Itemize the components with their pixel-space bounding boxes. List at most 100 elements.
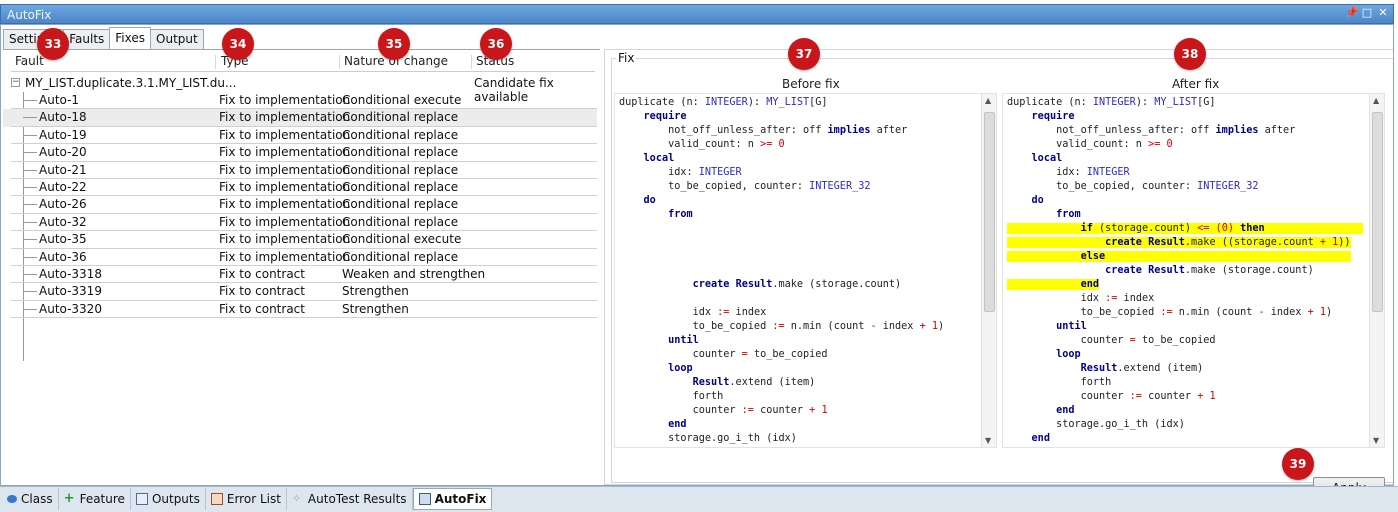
close-icon[interactable]: ✕ [1377,7,1389,19]
code-line: local [619,152,944,166]
collapse-icon[interactable]: − [11,78,20,87]
code-token: do [1031,195,1044,206]
maximize-icon[interactable]: □ [1361,7,1373,19]
nature-cell: Conditional replace [342,180,459,194]
table-row[interactable]: Auto-36 Fix to implementation Conditional … [3,249,597,266]
fault-cell: Auto-3318 [39,267,102,281]
code-token: loop [1056,349,1081,360]
code-token: := [717,307,730,318]
after-code-text: duplicate (n: INTEGER): MY_LIST[G] requi… [1007,96,1363,446]
code-token: after [1258,125,1296,136]
code-token: from [1056,209,1081,220]
code-line: counter := counter + 1 [1007,390,1363,404]
code-line: not_off_unless_after: off implies after [1007,124,1363,138]
after-fix-code[interactable]: duplicate (n: INTEGER): MY_LIST[G] requi… [1002,93,1385,448]
tab-feature[interactable]: + Feature [59,488,131,510]
table-row[interactable]: Auto-26 Fix to implementation Conditional … [3,196,597,214]
fault-cell: Auto-3319 [39,284,102,299]
code-token: create [692,279,730,290]
table-row[interactable]: Auto-32 Fix to implementation Conditional … [3,214,597,232]
scroll-up-icon[interactable]: ▲ [1373,96,1379,105]
code-token: duplicate (n: [619,97,705,108]
code-token: forth [1007,377,1112,388]
table-row[interactable]: Auto-21 Fix to implementation Conditional … [3,162,597,179]
column-header-fault[interactable]: Fault [15,54,44,71]
code-token: to_be_copied [619,321,773,332]
column-divider[interactable] [471,55,472,69]
autofix-icon [418,493,431,505]
tab-autofix[interactable]: AutoFix [412,488,493,510]
code-token [1264,223,1363,234]
before-code-text: duplicate (n: INTEGER): MY_LIST[G] requi… [619,96,944,447]
window-controls: 📌 □ ✕ [1345,7,1389,19]
nature-cell: Conditional replace [342,127,459,142]
table-row[interactable]: Auto-3319 Fix to contract Strengthen [3,283,597,301]
tab-class[interactable]: Class [2,488,59,510]
header-divider [11,71,595,72]
code-token: after [870,125,908,136]
tab-outputs[interactable]: Outputs [131,488,206,510]
scroll-down-icon[interactable]: ▼ [1373,436,1379,445]
tab-autotest-results[interactable]: ✧ AutoTest Results [287,488,413,510]
tree-connector [23,239,37,241]
column-divider[interactable] [215,55,216,69]
tab-faults[interactable]: Faults [63,29,111,49]
table-row[interactable]: Auto-22 Fix to implementation Conditional … [3,179,597,197]
class-icon [7,495,17,503]
code-line: end [1007,432,1363,446]
fault-cell: Auto-32 [39,214,87,229]
nature-cell: Weaken and strengthen [342,267,486,281]
pin-icon[interactable]: 📌 [1345,7,1359,19]
scroll-thumb[interactable] [984,112,995,312]
table-row[interactable]: Auto-20 Fix to implementation Conditional … [3,144,597,162]
tree-root-row[interactable]: − MY_LIST.duplicate.3.1.MY_LIST.du... Ca… [3,75,597,104]
scroll-down-icon[interactable]: ▼ [985,436,991,445]
tab-error-list-label: Error List [226,492,281,506]
code-line: from [619,208,944,222]
fix-legend: Fix [616,51,637,65]
tab-error-list[interactable]: Error List [206,488,287,510]
table-row[interactable]: Auto-35 Fix to implementation Conditional … [3,231,597,249]
code-token: INTEGER [1092,97,1136,108]
code-token: INTEGER_32 [809,181,871,192]
type-cell: Fix to implementation [219,249,351,264]
tree-connector [23,187,37,188]
code-token [1209,223,1216,234]
before-fix-label: Before fix [782,77,840,91]
autofix-panel: Settings Faults Fixes Output Fault Type … [0,24,1394,499]
code-token: := [772,321,785,332]
scroll-thumb[interactable] [1372,112,1383,312]
nature-cell: Conditional replace [342,162,459,177]
code-token: until [668,335,699,346]
code-token: counter [753,405,810,416]
code-token: 0 [778,139,785,150]
code-line: storage.go_i_th (idx) [1007,418,1363,432]
column-divider[interactable] [339,55,340,69]
tab-fixes[interactable]: Fixes [109,27,152,49]
table-row[interactable]: Auto-18 Fix to implementation Conditional … [3,109,597,127]
code-line: end [1007,404,1363,418]
tab-output[interactable]: Output [150,29,204,49]
after-scrollbar[interactable]: ▲ ▼ [1369,94,1384,447]
before-scrollbar[interactable]: ▲ ▼ [981,94,996,447]
nature-cell: Conditional replace [342,214,459,229]
code-token: valid_count: n [1007,139,1149,150]
annotation-badge: 36 [480,28,512,60]
type-cell: Fix to implementation [219,197,351,212]
scroll-up-icon[interactable]: ▲ [985,96,991,105]
table-row[interactable]: Auto-19 Fix to implementation Conditional … [3,127,597,145]
table-row[interactable]: Auto-3320 Fix to contract Strengthen [3,301,597,319]
code-token: := [1160,307,1173,318]
table-row[interactable]: Auto-3318 Fix to contract Weaken and stren… [3,266,597,284]
code-token: idx [619,307,718,318]
code-line: counter = to_be_copied [619,348,944,362]
before-fix-code[interactable]: duplicate (n: INTEGER): MY_LIST[G] requi… [614,93,997,448]
tab-class-label: Class [21,492,53,506]
table-row[interactable]: Auto-1 Fix to implementation Conditional e… [3,92,597,110]
